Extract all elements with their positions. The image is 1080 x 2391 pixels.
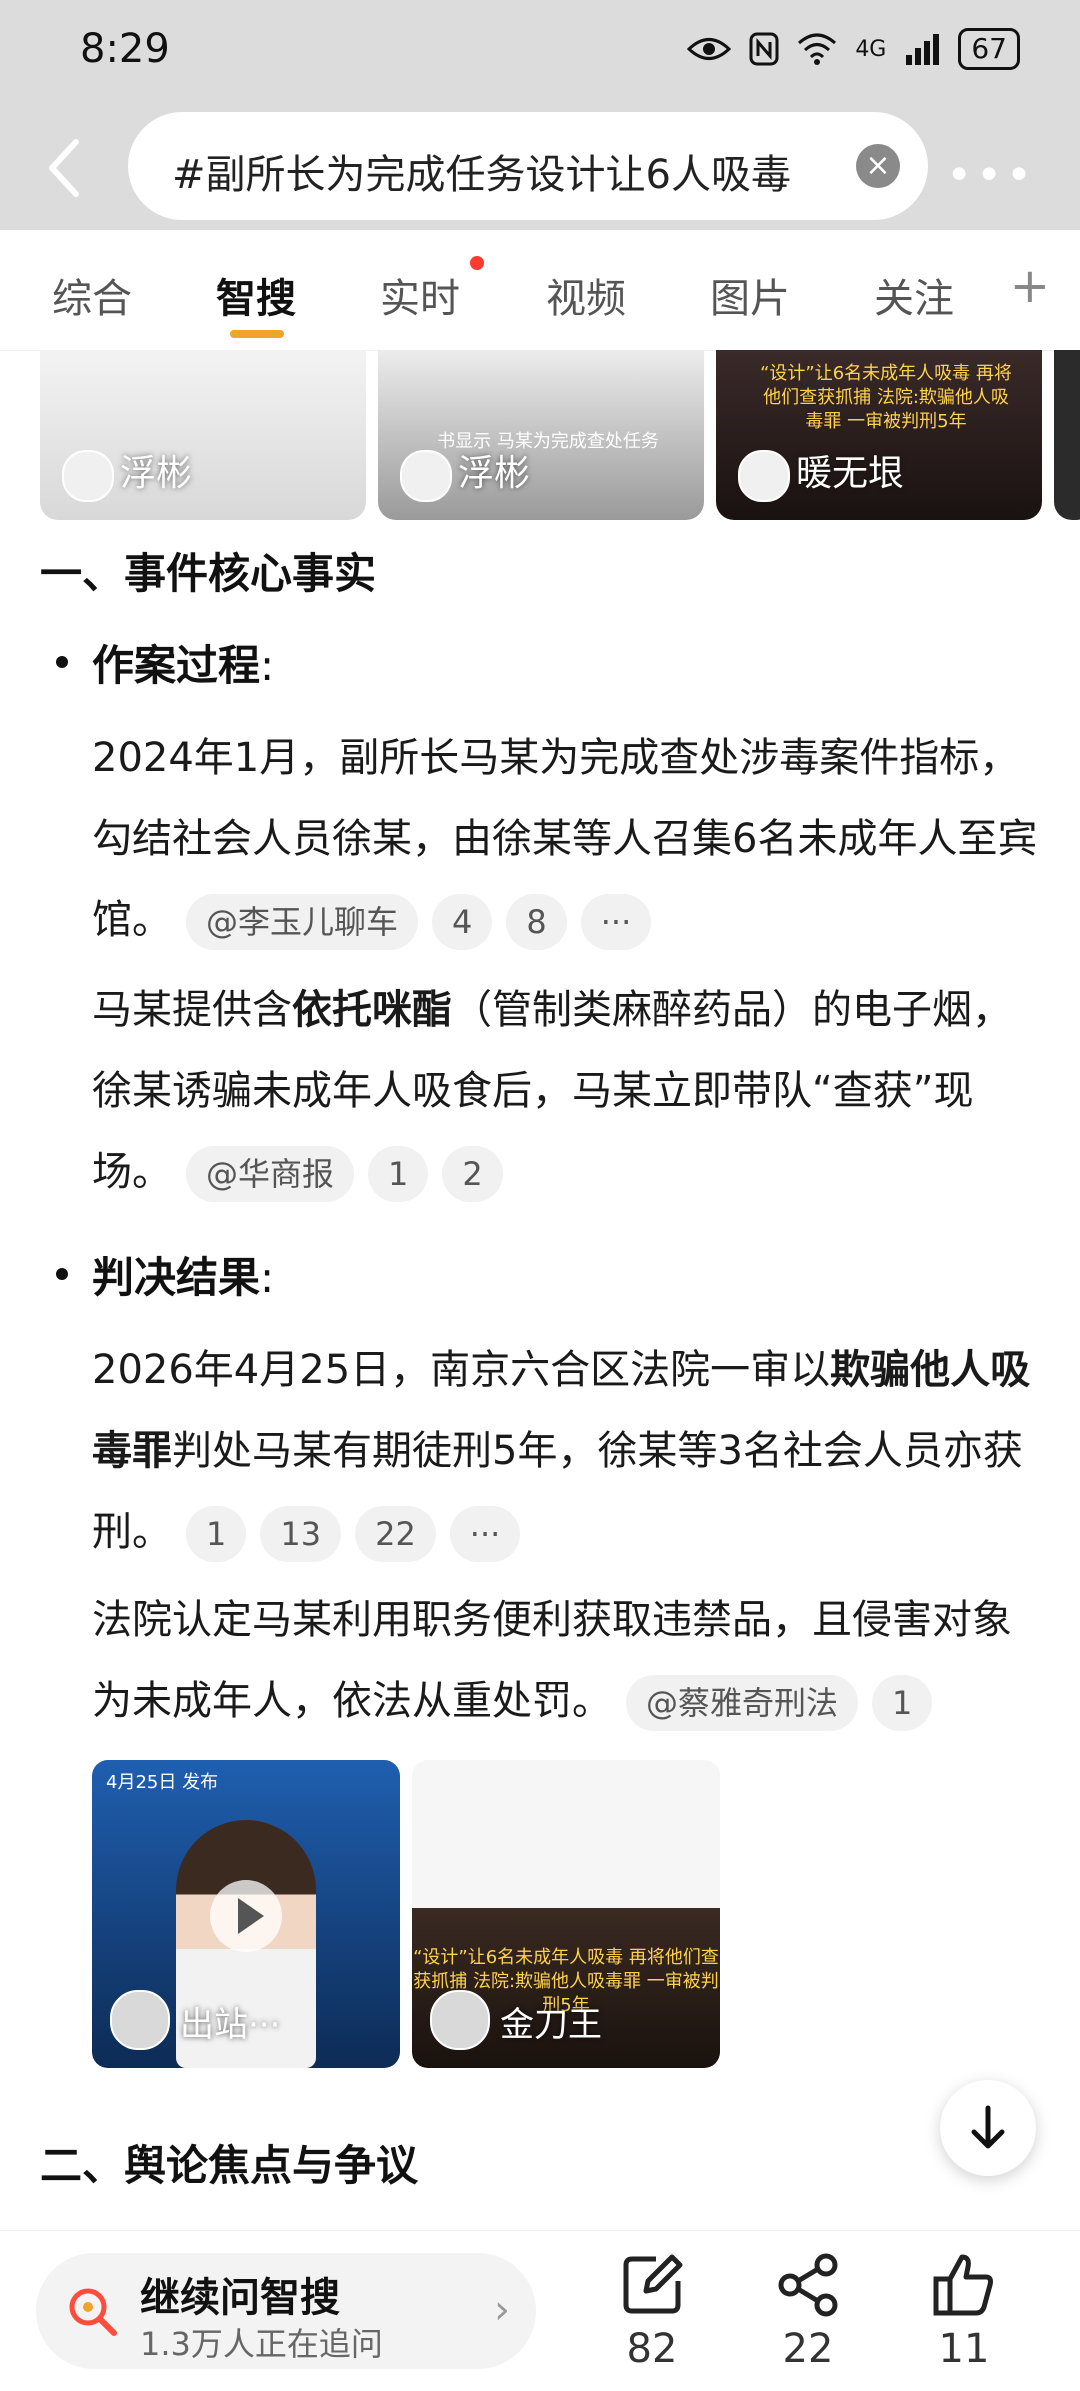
- avatar: [62, 450, 114, 502]
- avatar: [430, 1990, 490, 2050]
- citation-chip[interactable]: 8: [506, 894, 567, 950]
- edit-comment-icon: [623, 2254, 683, 2314]
- citation-chip[interactable]: 4: [432, 894, 493, 950]
- citation-chip[interactable]: 13: [260, 1506, 342, 1562]
- section-heading: 一、事件核心事实: [40, 549, 377, 598]
- subheading-process: 作案过程:: [92, 641, 275, 690]
- more-citations-chip[interactable]: ···: [580, 894, 652, 950]
- video-date: 4月25日 发布: [106, 1772, 219, 1793]
- avatar: [738, 450, 790, 502]
- thumbnail-author: 浮彬: [458, 453, 531, 494]
- bottom-bar: 继续问智搜 1.3万人正在追问 › 82 22 11: [0, 2230, 1080, 2391]
- clear-icon[interactable]: ×: [856, 144, 900, 188]
- citation-chip[interactable]: 22: [355, 1506, 436, 1562]
- realtime-dot: [470, 256, 484, 270]
- bullet-dot: [56, 1268, 68, 1280]
- signal-icon: [906, 34, 940, 65]
- scroll-down-button[interactable]: [940, 2080, 1036, 2176]
- thumbnail-author: 暖无垠: [796, 453, 905, 494]
- more-citations-chip[interactable]: ···: [449, 1506, 521, 1562]
- image-card[interactable]: “设计”让6名未成年人吸毒 再将他们查获抓捕 法院:欺骗他人吸毒罪 一审被判刑5…: [412, 1760, 720, 2068]
- status-time: 8:29: [80, 26, 170, 72]
- tab-bar: 综合 智搜 实时 视频 图片 关注 +: [0, 230, 1080, 351]
- continue-ask-button[interactable]: 继续问智搜 1.3万人正在追问 ›: [36, 2253, 536, 2369]
- citation-chip[interactable]: 1: [368, 1146, 429, 1202]
- tab-smart-search[interactable]: 智搜: [216, 266, 296, 324]
- ask-subtitle: 1.3万人正在追问: [140, 2325, 383, 2363]
- eye-icon: [687, 38, 732, 60]
- play-icon[interactable]: [210, 1880, 282, 1952]
- tab-follow[interactable]: 关注: [874, 266, 954, 324]
- tab-images[interactable]: 图片: [710, 266, 790, 324]
- thumbnail-caption: 书显示 马某为完成查处任务: [437, 431, 659, 452]
- add-tab-icon[interactable]: +: [1010, 258, 1050, 314]
- thumbnail-author: 浮彬: [120, 453, 193, 494]
- subheading-verdict: 判决结果:: [92, 1253, 275, 1302]
- paragraph: 法院认定马某利用职务便利获取违禁品，且侵害对象为未成年人，依法从重处罚。 @蔡雅奇…: [92, 1580, 1042, 1742]
- avatar: [110, 1990, 170, 2050]
- thumbs-up-icon: [933, 2254, 993, 2316]
- image-author: 金刀王: [500, 2005, 602, 2045]
- thumbnail-caption: “设计”让6名未成年人吸毒 再将他们查获抓捕 法院:欺骗他人吸毒罪 一审被判刑5…: [760, 363, 1012, 432]
- avatar: [400, 450, 452, 502]
- section-heading: 二、舆论焦点与争议: [40, 2141, 419, 2190]
- status-icons: 4G 67: [687, 28, 1020, 70]
- paragraph: 马某提供含依托咪酯（管制类麻醉药品）的电子烟，徐某诱骗未成年人吸食后，马某立即带…: [92, 970, 1042, 1213]
- smart-search-icon: [69, 2288, 117, 2336]
- paragraph: 2024年1月，副所长马某为完成查处涉毒案件指标，勾结社会人员徐某，由徐某等人召…: [92, 718, 1042, 961]
- citation-chip[interactable]: 2: [442, 1146, 503, 1202]
- paragraph: 2026年4月25日，南京六合区法院一审以欺骗他人吸毒罪判处马某有期徒刑5年，徐…: [92, 1330, 1042, 1573]
- share-button[interactable]: 22: [748, 2249, 868, 2377]
- back-icon[interactable]: [44, 138, 84, 198]
- wifi-icon: [798, 33, 837, 65]
- like-button[interactable]: 11: [904, 2249, 1024, 2377]
- top-bar: 8:29 4G 67 #副所长为完成任务设计让6人吸毒 × •••: [0, 0, 1080, 230]
- network-label: 4G: [855, 36, 887, 62]
- citation-chip[interactable]: 1: [186, 1506, 247, 1562]
- status-bar: 8:29 4G 67: [0, 0, 1080, 100]
- video-author: 出站···: [180, 2005, 281, 2045]
- source-chip[interactable]: @蔡雅奇刑法: [626, 1675, 859, 1731]
- source-chip[interactable]: @李玉儿聊车: [186, 894, 419, 950]
- citation-chip[interactable]: 1: [872, 1675, 933, 1731]
- thumbnail-card[interactable]: 书显示 马某为完成查处任务 浮彬: [378, 350, 704, 520]
- more-options-icon[interactable]: •••: [946, 150, 1036, 201]
- tab-comprehensive[interactable]: 综合: [52, 266, 132, 324]
- tab-realtime[interactable]: 实时: [380, 266, 460, 324]
- thumbnail-card[interactable]: “设计”让6名未成年人吸毒 再将他们查获抓捕 法院:欺骗他人吸毒罪 一审被判刑5…: [716, 350, 1042, 520]
- nfc-icon: [749, 32, 779, 66]
- share-count: 22: [782, 2326, 834, 2372]
- search-query[interactable]: #副所长为完成任务设计让6人吸毒: [172, 142, 822, 200]
- comment-button[interactable]: 82: [592, 2249, 712, 2377]
- thumbnail-card[interactable]: [1054, 350, 1080, 520]
- source-chip[interactable]: @华商报: [186, 1146, 355, 1202]
- video-card[interactable]: 4月25日 发布 出站···: [92, 1760, 400, 2068]
- bullet-dot: [56, 656, 68, 668]
- ask-title: 继续问智搜: [140, 2275, 340, 2321]
- active-tab-indicator: [230, 330, 284, 338]
- tab-video[interactable]: 视频: [546, 266, 626, 324]
- battery-indicator: 67: [958, 28, 1020, 70]
- share-icon: [778, 2253, 838, 2317]
- thumbnail-card[interactable]: 浮彬: [40, 350, 366, 520]
- chevron-right-icon: ›: [494, 2287, 510, 2333]
- like-count: 11: [938, 2326, 990, 2372]
- comment-count: 82: [626, 2326, 678, 2372]
- search-input[interactable]: #副所长为完成任务设计让6人吸毒 ×: [128, 112, 928, 220]
- arrow-down-icon: [971, 2105, 1005, 2149]
- thumbnail-strip: 浮彬 书显示 马某为完成查处任务 浮彬 “设计”让6名未成年人吸毒 再将他们查获…: [0, 350, 1080, 520]
